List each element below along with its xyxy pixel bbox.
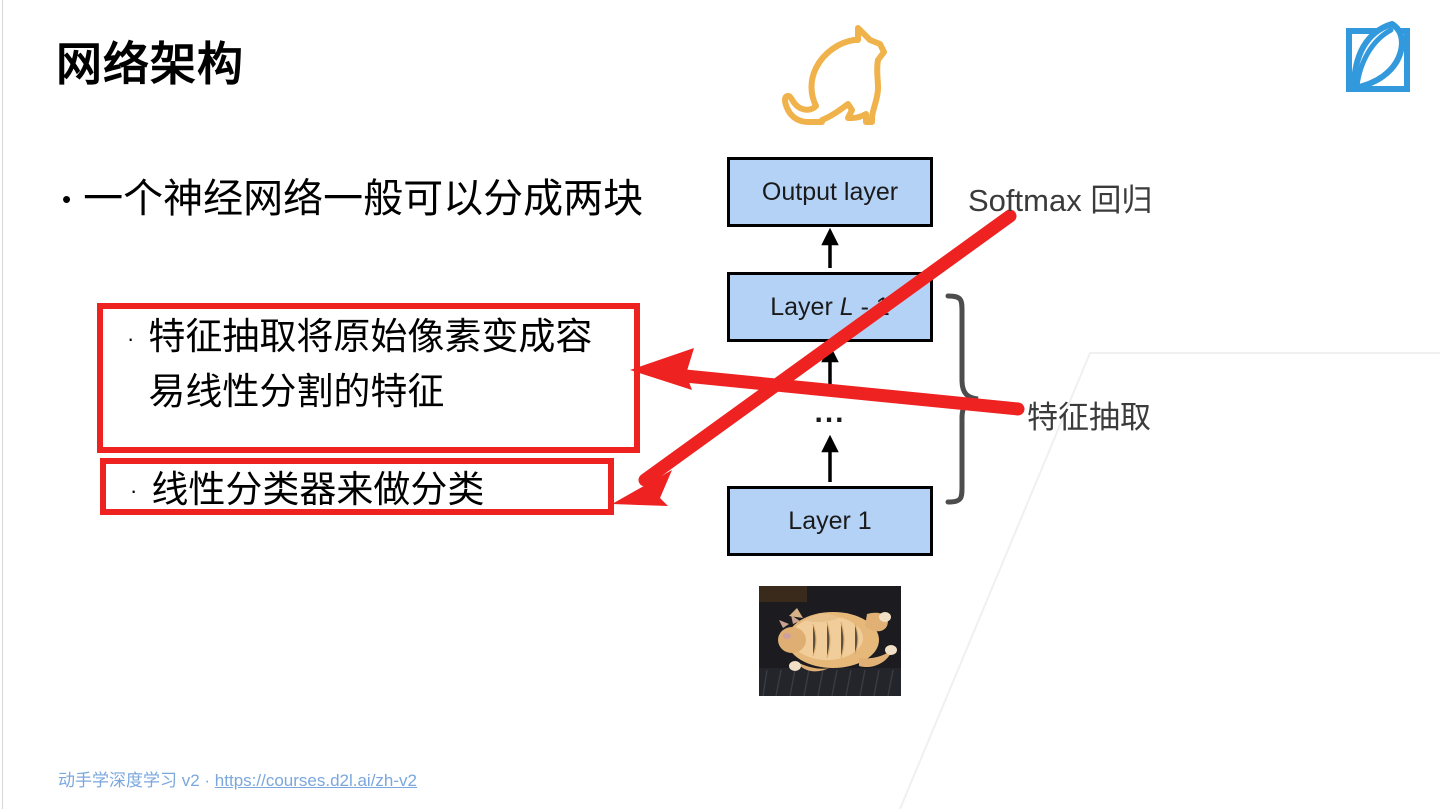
- layer-box-l-minus-1-label: Layer L - 1: [770, 292, 890, 321]
- layer-box-l-minus-1: Layer L - 1: [727, 272, 933, 342]
- main-bullet: • 一个神经网络一般可以分成两块: [62, 168, 682, 231]
- bullet-marker: •: [62, 184, 72, 214]
- slide-canvas: 网络架构 • 一个神经网络一般可以分成两块 · 特征抽取将原始像素变成容易线性分…: [0, 0, 1440, 809]
- cat-photo: [759, 586, 901, 696]
- layer-box-1: Layer 1: [727, 486, 933, 556]
- sub-bullet-linear-classifier: · 线性分类器来做分类: [130, 462, 484, 518]
- main-bullet-text: 一个神经网络一般可以分成两块: [83, 177, 644, 221]
- annotation-arrow-softmax: [612, 209, 1017, 506]
- feature-extraction-brace: [945, 293, 979, 505]
- layer-ellipsis: ...: [814, 396, 846, 429]
- annotation-label-feature: 特征抽取: [1027, 400, 1151, 435]
- sub-bullet-marker: ·: [130, 478, 138, 503]
- footer-text: 动手学深度学习 v2 ·: [58, 771, 215, 790]
- sub-bullet-marker: ·: [127, 326, 135, 351]
- footer-link[interactable]: https://courses.d2l.ai/zh-v2: [215, 771, 417, 790]
- d2l-logo-icon: [1346, 21, 1410, 92]
- page-title: 网络架构: [56, 38, 244, 90]
- layer-box-1-label: Layer 1: [788, 506, 872, 535]
- sub-bullet-text: 特征抽取将原始像素变成容易线性分割的特征: [148, 316, 593, 412]
- annotation-label-softmax: Softmax 回归: [968, 183, 1153, 218]
- sub-bullet-text: 线性分类器来做分类: [151, 469, 485, 510]
- footer: 动手学深度学习 v2 · https://courses.d2l.ai/zh-v…: [58, 766, 417, 791]
- layer-box-output: Output layer: [727, 157, 933, 227]
- sub-bullet-feature-extraction: · 特征抽取将原始像素变成容易线性分割的特征: [127, 310, 618, 420]
- layer-box-output-label: Output layer: [761, 177, 899, 206]
- left-edge-line: [2, 0, 3, 809]
- cat-outline-icon: [782, 25, 887, 125]
